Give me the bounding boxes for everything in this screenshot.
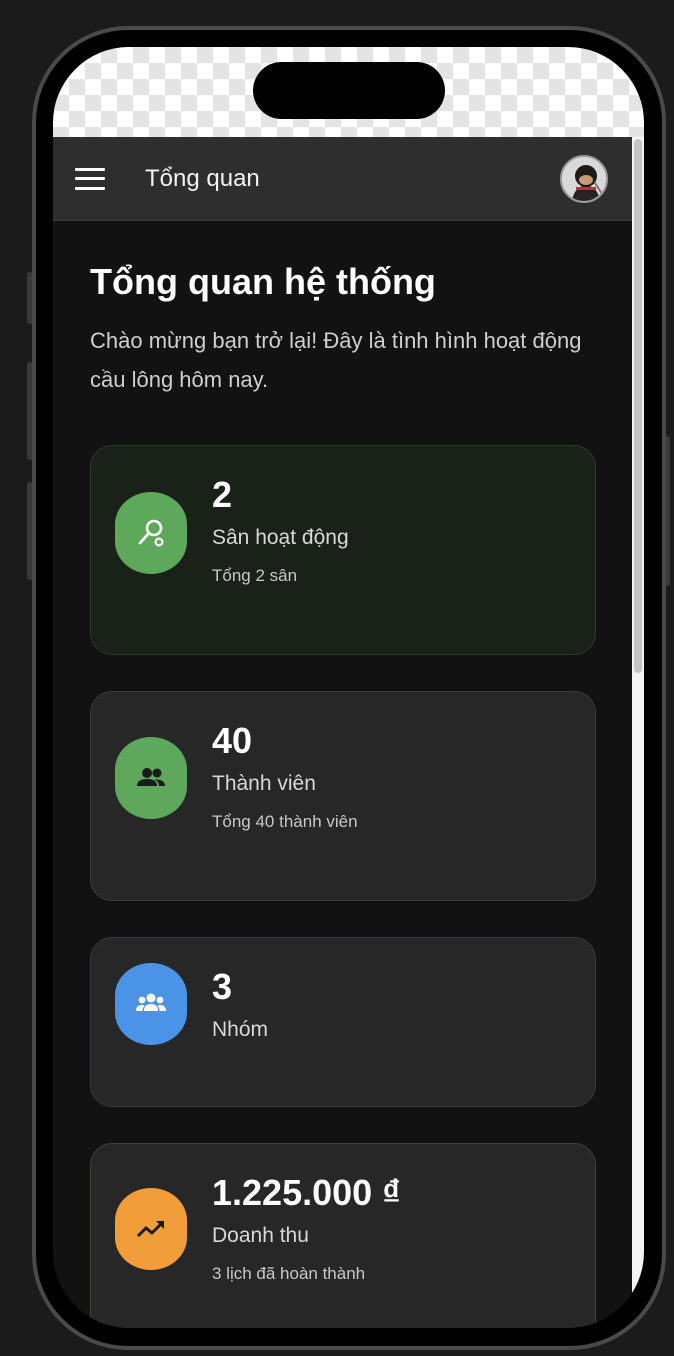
trending-up-icon bbox=[115, 1188, 187, 1270]
stat-value: 2 bbox=[212, 474, 233, 515]
stat-label: Doanh thu bbox=[212, 1224, 309, 1247]
stat-label: Nhóm bbox=[212, 1018, 269, 1041]
stat-card-groups[interactable]: 3 Nhóm bbox=[90, 937, 596, 1107]
stat-note: 3 lịch đã hoàn thành bbox=[212, 1264, 366, 1283]
stat-note: Tổng 2 sân bbox=[212, 566, 298, 585]
stat-value: 1.225.000 ₫ bbox=[212, 1172, 401, 1213]
groups-icon bbox=[115, 963, 187, 1045]
badminton-racket-icon bbox=[115, 492, 187, 574]
page-title: Tổng quan hệ thống bbox=[90, 261, 436, 302]
stat-card-revenue[interactable]: 1.225.000 ₫ Doanh thu 3 lịch đã hoàn thà… bbox=[90, 1143, 596, 1328]
phone-screen: Tổng quan Tổng quan hệ thống Chào mừng b… bbox=[53, 47, 644, 1328]
scrollbar[interactable] bbox=[632, 137, 644, 1328]
page-subtitle: Chào mừng bạn trở lại! Đây là tình hình … bbox=[90, 328, 582, 392]
stat-value: 40 bbox=[212, 720, 253, 761]
people-icon bbox=[115, 737, 187, 819]
user-avatar[interactable] bbox=[560, 155, 608, 203]
stat-note: Tổng 40 thành viên bbox=[212, 812, 358, 831]
dynamic-island bbox=[253, 62, 445, 119]
hamburger-menu-icon[interactable] bbox=[75, 167, 105, 190]
app-bar-title: Tổng quan bbox=[145, 164, 260, 192]
stat-card-courts[interactable]: 2 Sân hoạt động Tổng 2 sân bbox=[90, 445, 596, 655]
status-bar-area bbox=[53, 47, 644, 137]
scrollbar-thumb[interactable] bbox=[634, 139, 642, 673]
app-bar: Tổng quan bbox=[53, 137, 632, 221]
stat-card-members[interactable]: 40 Thành viên Tổng 40 thành viên bbox=[90, 691, 596, 901]
stat-label: Sân hoạt động bbox=[212, 526, 349, 549]
stat-value: 3 bbox=[212, 966, 233, 1007]
dashboard-content: Tổng quan hệ thống Chào mừng bạn trở lại… bbox=[53, 221, 632, 1328]
stat-label: Thành viên bbox=[212, 772, 316, 795]
